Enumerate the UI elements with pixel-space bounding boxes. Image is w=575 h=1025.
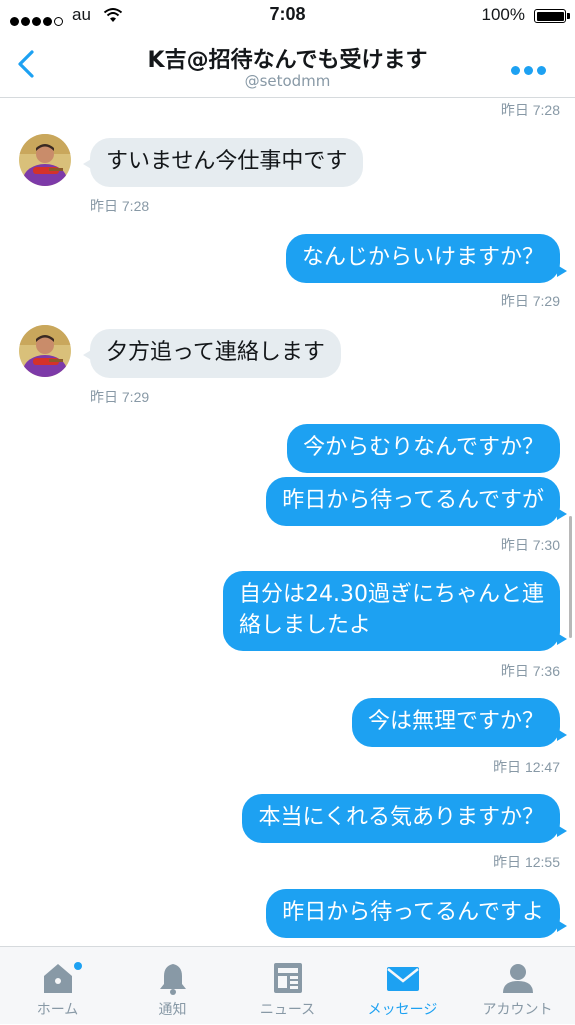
avatar[interactable] <box>19 134 71 186</box>
message-timestamp: 昨日 7:28 <box>500 102 560 118</box>
tab-label: アカウント <box>482 1002 553 1018</box>
tab-account[interactable]: アカウント <box>460 947 575 1025</box>
tab-notifications[interactable]: 通知 <box>115 947 230 1025</box>
news-icon <box>274 963 302 993</box>
message-timestamp: 昨日 7:30 <box>500 537 560 553</box>
message-line: 自分は24.30過ぎにちゃんと連 <box>239 582 544 607</box>
status-bar: au 7:08 100% <box>0 0 575 32</box>
outgoing-message-bubble[interactable]: 昨日から待ってるんですが <box>266 477 567 526</box>
person-icon <box>503 964 533 993</box>
outgoing-message-bubble[interactable]: 本当にくれる気ありますか？ <box>242 794 567 843</box>
conversation-header: K吉@招待なんでも受けます @setodmm <box>0 32 575 98</box>
tab-label: ニュース <box>259 1002 316 1018</box>
message-timestamp: 昨日 12:47 <box>493 759 560 775</box>
outgoing-message-bubble[interactable]: 自分は24.30過ぎにちゃんと連 絡しましたよ <box>223 571 567 651</box>
tab-news[interactable]: ニュース <box>230 947 345 1025</box>
conversation-username: @setodmm <box>244 72 331 90</box>
notification-badge <box>74 962 82 970</box>
tab-messages[interactable]: メッセージ <box>345 947 460 1025</box>
tab-label: メッセージ <box>367 1002 438 1018</box>
message-line: 絡しましたよ <box>239 612 372 638</box>
message-timestamp: 昨日 7:29 <box>90 389 150 405</box>
conversation-title[interactable]: K吉@招待なんでも受けます <box>0 42 575 74</box>
outgoing-message-bubble[interactable]: 今は無理ですか？ <box>351 698 568 747</box>
outgoing-message-bubble[interactable]: 昨日から待ってるんですよ <box>266 889 567 938</box>
tab-label: 通知 <box>158 1002 187 1018</box>
battery-icon <box>534 9 570 23</box>
more-options-icon[interactable] <box>511 60 551 75</box>
home-icon <box>44 964 72 993</box>
incoming-message-bubble[interactable]: すいません今仕事中です <box>82 138 364 187</box>
outgoing-message-bubble[interactable]: なんじからいけますか？ <box>285 234 568 283</box>
tab-home[interactable]: ホーム <box>0 947 115 1025</box>
message-timestamp: 昨日 12:55 <box>493 854 560 870</box>
message-timestamp: 昨日 7:28 <box>90 198 150 214</box>
tab-bar: ホーム 通知 ニュース メッセージ アカウント <box>0 946 575 1024</box>
scrollbar[interactable] <box>569 516 572 638</box>
message-timestamp: 昨日 7:36 <box>500 663 560 679</box>
message-timestamp: 昨日 7:29 <box>500 293 560 309</box>
envelope-icon <box>387 967 419 991</box>
tab-label: ホーム <box>36 1002 79 1018</box>
incoming-message-bubble[interactable]: 夕方追って連絡します <box>83 329 341 378</box>
outgoing-message-bubble[interactable]: 今からむりなんですか？ <box>287 424 560 473</box>
avatar[interactable] <box>19 325 71 377</box>
battery-percent: 100% <box>481 5 525 24</box>
bell-icon <box>160 964 186 995</box>
message-thread[interactable]: 昨日 7:28 すいません今仕事中です 昨日 7:28 なんじからいけますか？ … <box>0 98 575 946</box>
